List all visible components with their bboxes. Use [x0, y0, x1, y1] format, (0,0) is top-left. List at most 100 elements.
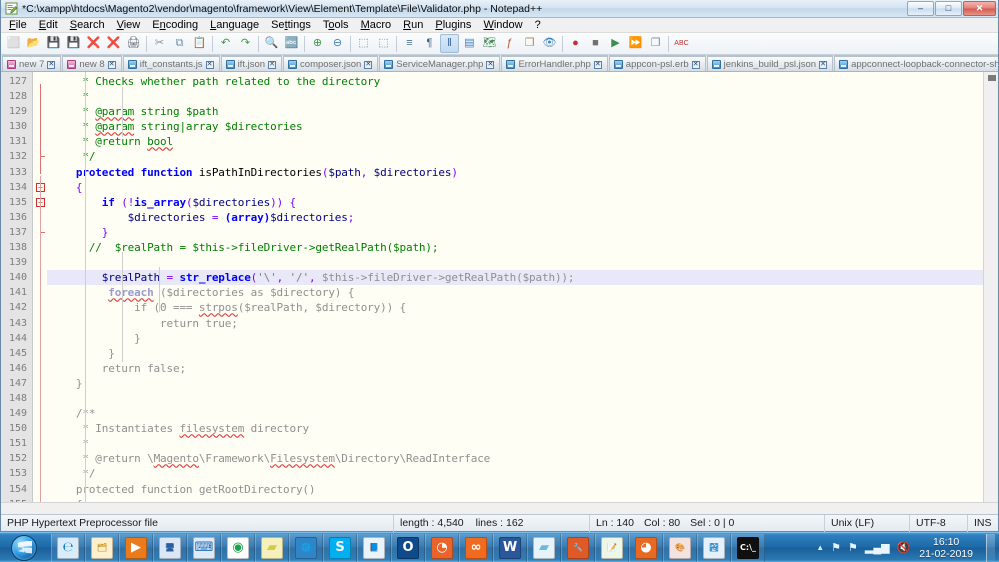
code-line[interactable]: $realPath = str_replace('\', '/', $this-… [47, 270, 983, 285]
taskbar-item-visual-studio-code[interactable]: ⌨ [187, 534, 221, 562]
code-line[interactable]: return false; [47, 361, 983, 376]
print-button[interactable]: 🖨 [124, 34, 143, 53]
horizontal-scrollbar[interactable] [1, 502, 998, 514]
taskbar-item-microsoft-word[interactable]: W [493, 534, 527, 562]
tab-jenkins-build-psl-json[interactable]: jenkins_build_psl.json✕ [707, 55, 833, 72]
clock[interactable]: 16:1021-02-2019 [917, 536, 979, 560]
menu-item-search[interactable]: Search [64, 18, 111, 33]
code-line[interactable]: { [47, 180, 983, 195]
tab-close-icon[interactable]: ✕ [47, 61, 55, 69]
code-line[interactable]: protected function isPathInDirectories($… [47, 165, 983, 180]
minimize-button[interactable]: – [907, 1, 934, 16]
taskbar-item-media-player[interactable]: ▶ [119, 534, 153, 562]
code-line[interactable]: protected function getRootDirectory() [47, 482, 983, 497]
tab-close-icon[interactable]: ✕ [206, 61, 214, 69]
tab-ift-constants-js[interactable]: ift_constants.js✕ [123, 55, 220, 72]
word-wrap-button[interactable]: ≡ [400, 34, 419, 53]
tab-servicemanager-php[interactable]: ServiceManager.php✕ [379, 55, 500, 72]
tab-new-8[interactable]: new 8✕ [62, 55, 121, 72]
paste-button[interactable]: 📋 [190, 34, 209, 53]
code-line[interactable]: /** [47, 406, 983, 421]
menu-item-plugins[interactable]: Plugins [429, 18, 477, 33]
save-all-button[interactable]: 💾 [64, 34, 83, 53]
replace-button[interactable]: 🔤 [282, 34, 301, 53]
stop-record-macro-button[interactable]: ■ [586, 34, 605, 53]
code-line[interactable]: } [47, 346, 983, 361]
play-macro-button[interactable]: ▶ [606, 34, 625, 53]
code-line[interactable]: * [47, 436, 983, 451]
editor-area[interactable]: 1271281291301311321331341351361371381391… [1, 72, 998, 502]
taskbar-item-skype[interactable]: S [323, 534, 357, 562]
code-line[interactable]: if (0 === strpos($realPath, $directory))… [47, 300, 983, 315]
spellcheck-button[interactable]: ABC [672, 34, 691, 53]
menu-item-window[interactable]: Window [477, 18, 528, 33]
menu-item--[interactable]: ? [529, 18, 547, 33]
start-record-macro-button[interactable]: ● [566, 34, 585, 53]
menu-item-tools[interactable]: Tools [317, 18, 355, 33]
tab-close-icon[interactable]: ✕ [108, 61, 116, 69]
taskbar-item-mozilla-firefox[interactable]: ◕ [629, 534, 663, 562]
tab-composer-json[interactable]: composer.json✕ [283, 55, 378, 72]
code-line[interactable]: * Checks whether path related to the dir… [47, 74, 983, 89]
taskbar-item-paint[interactable]: 🎨 [663, 534, 697, 562]
run-macro-multiple-button[interactable]: ⏩ [626, 34, 645, 53]
tab-errorhandler-php[interactable]: ErrorHandler.php✕ [501, 55, 607, 72]
code-line[interactable]: * [47, 89, 983, 104]
menu-item-language[interactable]: Language [204, 18, 265, 33]
menu-item-settings[interactable]: Settings [265, 18, 317, 33]
function-list-button[interactable]: ƒ [500, 34, 519, 53]
menu-item-run[interactable]: Run [397, 18, 429, 33]
undo-button[interactable]: ↶ [216, 34, 235, 53]
start-button[interactable] [1, 534, 47, 562]
taskbar-item-firefox-alt[interactable]: ◔ [425, 534, 459, 562]
menu-item-file[interactable]: File [3, 18, 33, 33]
taskbar-item-command-prompt[interactable]: C:\_ [731, 534, 765, 562]
code-text[interactable]: * Checks whether path related to the dir… [47, 72, 983, 502]
code-line[interactable]: $directories = (array)$directories; [47, 210, 983, 225]
redo-button[interactable]: ↷ [236, 34, 255, 53]
code-line[interactable]: // $realPath = $this->fileDriver->getRea… [47, 240, 983, 255]
find-button[interactable]: 🔍 [262, 34, 281, 53]
taskbar-item-tools-app[interactable]: 🔧 [561, 534, 595, 562]
indent-guide-button[interactable]: ‖ [440, 34, 459, 53]
volume-muted-icon[interactable]: 🔇 [897, 541, 911, 554]
code-line[interactable]: } [47, 376, 983, 391]
sync-horizontal-scroll-button[interactable]: ⬚ [374, 34, 393, 53]
zoom-out-button[interactable]: ⊖ [328, 34, 347, 53]
tab-new-7[interactable]: new 7✕ [2, 55, 61, 72]
tab-close-icon[interactable]: ✕ [692, 61, 700, 69]
show-all-characters-button[interactable]: ¶ [420, 34, 439, 53]
network-flag-error-icon[interactable]: ⚑ [831, 541, 841, 554]
code-line[interactable]: if (!is_array($directories)) { [47, 195, 983, 210]
taskbar-item-xampp[interactable]: ∞ [459, 534, 493, 562]
document-list-button[interactable]: ❐ [520, 34, 539, 53]
action-center-icon[interactable]: ⚑ [848, 541, 858, 554]
save-button[interactable]: 💾 [44, 34, 63, 53]
taskbar-item-internet-explorer[interactable]: ℮ [51, 534, 85, 562]
taskbar-item-notes-app[interactable]: ▰ [527, 534, 561, 562]
taskbar-item-xampp-control[interactable]: 🖥 [153, 534, 187, 562]
taskbar-item-onenote[interactable]: 📘 [357, 534, 391, 562]
code-line[interactable]: * @return \Magento\Framework\Filesystem\… [47, 451, 983, 466]
save-macro-button[interactable]: ❐ [646, 34, 665, 53]
code-line[interactable]: */ [47, 466, 983, 481]
document-map-button[interactable]: 🗺 [480, 34, 499, 53]
sync-vertical-scroll-button[interactable]: ⬚ [354, 34, 373, 53]
code-line[interactable]: return true; [47, 316, 983, 331]
taskbar-item-photo-viewer[interactable]: 🏞 [697, 534, 731, 562]
menu-item-view[interactable]: View [111, 18, 147, 33]
taskbar-item-google-chrome[interactable]: ◉ [221, 534, 255, 562]
tab-close-icon[interactable]: ✕ [594, 61, 602, 69]
code-line[interactable]: */ [47, 149, 983, 164]
taskbar-item-sticky-notes[interactable]: ▰ [255, 534, 289, 562]
network-signal-icon[interactable]: ▂▄▆ [865, 541, 890, 554]
new-file-button[interactable]: ⬜ [4, 34, 23, 53]
cut-button[interactable]: ✂ [150, 34, 169, 53]
tab-appcon-psl-erb[interactable]: appcon-psl.erb✕ [609, 55, 706, 72]
menu-item-macro[interactable]: Macro [355, 18, 398, 33]
vertical-scrollbar[interactable] [983, 72, 998, 502]
code-line[interactable]: } [47, 225, 983, 240]
maximize-button[interactable]: □ [935, 1, 962, 16]
menu-item-edit[interactable]: Edit [33, 18, 64, 33]
code-line[interactable]: foreach ($directories as $directory) { [47, 285, 983, 300]
